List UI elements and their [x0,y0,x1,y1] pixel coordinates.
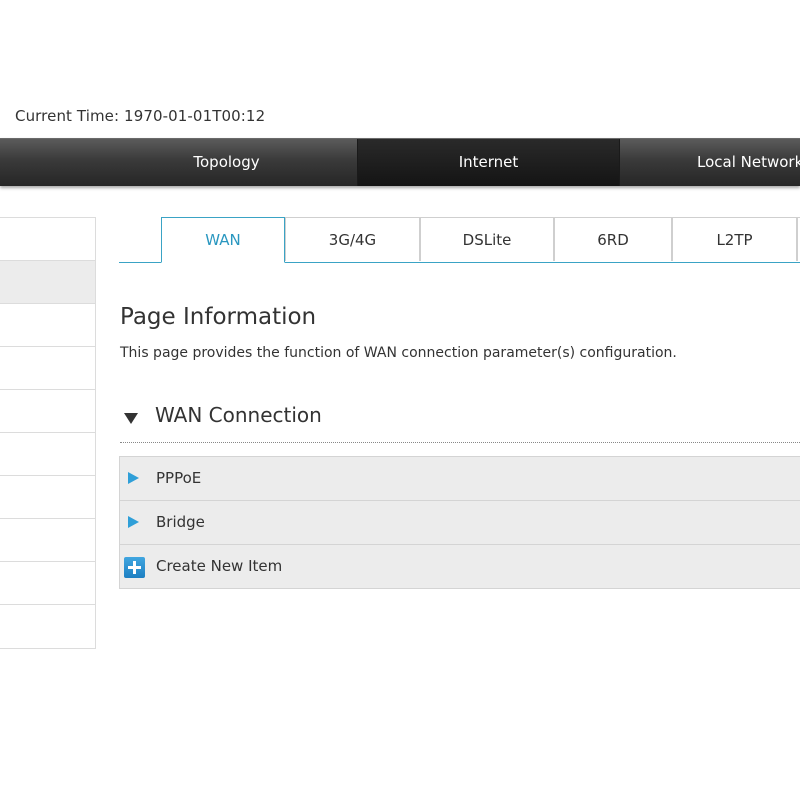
sidebar-item-active[interactable] [0,261,95,304]
nav-tab-internet[interactable]: Internet [358,139,619,186]
connection-row-pppoe[interactable]: PPPoE [120,457,800,501]
expand-arrow-icon [128,516,139,528]
connection-label: PPPoE [156,469,202,487]
sidebar-item[interactable] [0,519,95,562]
page-title: Page Information [120,304,317,330]
sub-tabs: WAN 3G/4G DSLite 6RD L2TP [119,217,800,263]
wan-connection-list: PPPoE Bridge Create New Item [119,456,800,589]
collapse-arrow-icon [124,413,138,424]
sidebar-item[interactable] [0,476,95,519]
wan-connection-section-header[interactable]: WAN Connection [120,402,800,443]
sidebar-item[interactable] [0,304,95,347]
create-new-item-button[interactable]: Create New Item [120,545,800,589]
current-time-label: Current Time: [15,107,120,125]
nav-tab-topology[interactable]: Topology [96,139,357,186]
sidebar-item[interactable] [0,433,95,476]
sidebar-item[interactable] [0,347,95,390]
current-time: Current Time: 1970-01-01T00:12 [15,107,265,125]
sidebar-item[interactable] [0,218,95,261]
sidebar-item[interactable] [0,562,95,605]
section-title: WAN Connection [155,403,322,427]
sidebar-item[interactable] [0,605,95,648]
tab-3g-4g[interactable]: 3G/4G [285,217,420,261]
connection-row-bridge[interactable]: Bridge [120,501,800,545]
top-navigation: Topology Internet Local Network [0,138,800,186]
tab-l2tp[interactable]: L2TP [672,217,797,261]
create-new-item-label: Create New Item [156,557,283,575]
tab-6rd[interactable]: 6RD [554,217,672,261]
sidebar-item[interactable] [0,390,95,433]
tab-dslite[interactable]: DSLite [420,217,554,261]
plus-icon [124,557,145,578]
nav-tab-local-network[interactable]: Local Network [620,139,800,186]
page: Current Time: 1970-01-01T00:12 Topology … [0,0,800,800]
page-description: This page provides the function of WAN c… [120,345,677,361]
tab-wan[interactable]: WAN [161,217,285,263]
expand-arrow-icon [128,472,139,484]
sidebar [0,217,96,649]
connection-label: Bridge [156,513,205,531]
current-time-value: 1970-01-01T00:12 [124,107,266,125]
